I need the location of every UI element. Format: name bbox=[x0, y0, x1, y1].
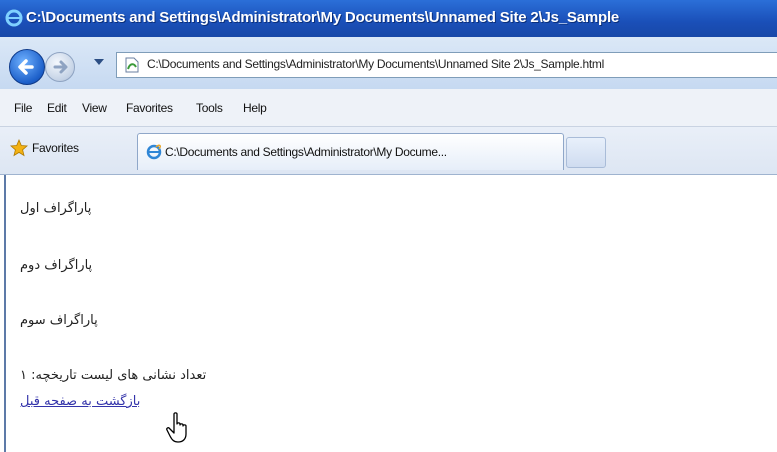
new-tab-button[interactable] bbox=[566, 137, 606, 168]
paragraph-2: پاراگراف دوم bbox=[20, 258, 93, 273]
page-icon bbox=[125, 57, 139, 73]
forward-button[interactable] bbox=[45, 52, 75, 82]
favorites-button[interactable]: Favorites bbox=[32, 141, 79, 155]
address-url: C:\Documents and Settings\Administrator\… bbox=[147, 57, 604, 71]
menu-tools[interactable]: Tools bbox=[196, 101, 223, 115]
paragraph-3: پاراگراف سوم bbox=[20, 313, 98, 328]
menu-bar: File Edit View Favorites Tools Help bbox=[0, 89, 777, 127]
ie-icon bbox=[146, 144, 162, 160]
favorites-bar: Favorites C:\Documents and Settings\Admi… bbox=[0, 127, 777, 175]
active-tab[interactable]: C:\Documents and Settings\Administrator\… bbox=[137, 133, 564, 170]
ie-icon bbox=[5, 9, 23, 27]
back-link[interactable]: بازگشت به صفحه قبل bbox=[20, 394, 140, 409]
menu-favorites[interactable]: Favorites bbox=[126, 101, 173, 115]
page-content: پاراگراف اول پاراگراف دوم پاراگراف سوم ت… bbox=[4, 175, 777, 452]
menu-edit[interactable]: Edit bbox=[47, 101, 67, 115]
menu-view[interactable]: View bbox=[82, 101, 107, 115]
back-arrow-icon bbox=[18, 59, 34, 75]
favorites-star-icon[interactable] bbox=[10, 138, 28, 157]
paragraph-1: پاراگراف اول bbox=[20, 201, 92, 216]
hand-cursor-icon bbox=[166, 412, 192, 444]
window-title: C:\Documents and Settings\Administrator\… bbox=[26, 9, 620, 26]
active-tab-label: C:\Documents and Settings\Administrator\… bbox=[165, 145, 447, 159]
window-titlebar: C:\Documents and Settings\Administrator\… bbox=[0, 0, 777, 37]
history-count-text: تعداد نشانی های لیست تاریخچه: ۱ bbox=[20, 368, 207, 383]
navigation-bar: C:\Documents and Settings\Administrator\… bbox=[0, 37, 777, 89]
forward-arrow-icon bbox=[53, 60, 68, 74]
back-button[interactable] bbox=[9, 49, 45, 85]
history-dropdown-icon[interactable] bbox=[94, 59, 104, 65]
menu-file[interactable]: File bbox=[14, 101, 32, 115]
address-field[interactable]: C:\Documents and Settings\Administrator\… bbox=[116, 52, 777, 78]
menu-help[interactable]: Help bbox=[243, 101, 267, 115]
